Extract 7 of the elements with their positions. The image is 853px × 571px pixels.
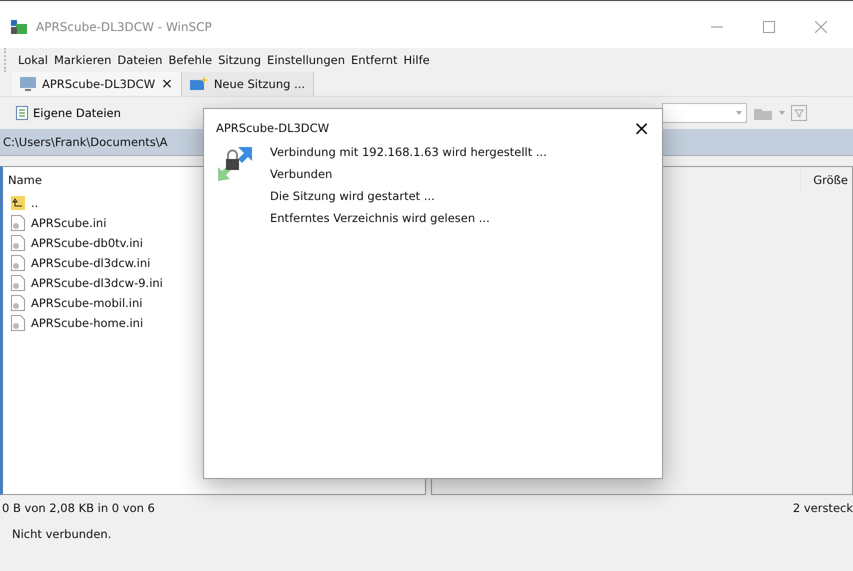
progress-message: Verbunden [270,167,334,181]
progress-message: Entferntes Verzeichnis wird gelesen ... [270,211,491,225]
window-title: APRScube-DL3DCW - WinSCP [36,20,212,34]
connection-status: Nicht verbunden. [11,526,112,543]
hidden-files-status: 2 versteck [792,500,853,517]
progress-message: Die Sitzung wird gestartet ... [270,189,436,203]
selection-status: 0 B von 2,08 KB in 0 von 6 [1,500,156,517]
